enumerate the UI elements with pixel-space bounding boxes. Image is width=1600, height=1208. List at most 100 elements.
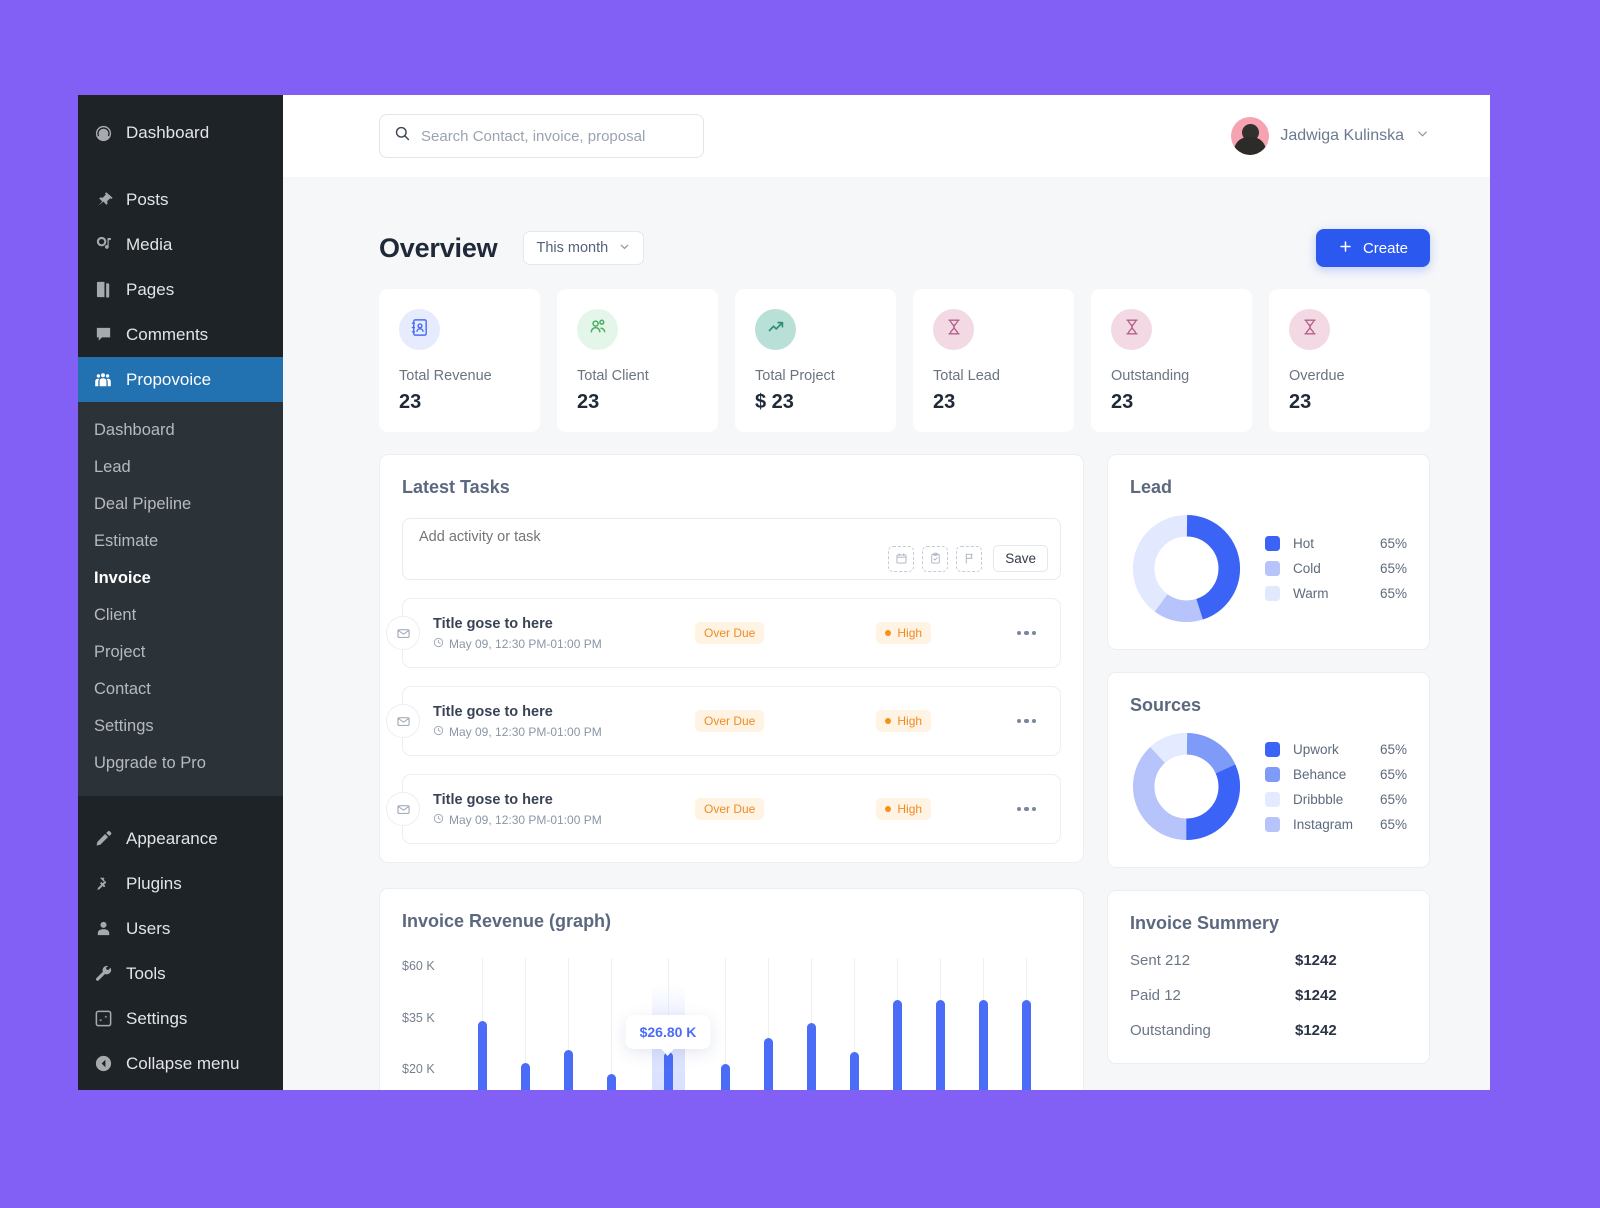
stat-card-total-revenue[interactable]: Total Revenue 23 <box>379 289 540 432</box>
submenu-item-dashboard[interactable]: Dashboard <box>78 412 283 449</box>
bar[interactable] <box>850 1052 859 1090</box>
invoice-summary-amount: $1242 <box>1295 1022 1337 1039</box>
create-button[interactable]: Create <box>1315 229 1430 267</box>
lead-panel: Lead Hot 65% Cold 65% Warm 65% <box>1107 454 1430 650</box>
bar[interactable] <box>521 1063 530 1090</box>
priority-label: High <box>897 714 923 728</box>
submenu-item-deal-pipeline[interactable]: Deal Pipeline <box>78 486 283 523</box>
stat-card-total-lead[interactable]: Total Lead 23 <box>913 289 1074 432</box>
submenu-item-contact[interactable]: Contact <box>78 671 283 708</box>
legend-label: Instagram <box>1293 816 1354 832</box>
bar[interactable] <box>664 1052 673 1090</box>
task-row[interactable]: Title gose to here May 09, 12:30 PM-01:0… <box>386 774 1061 844</box>
stat-value: 23 <box>1289 391 1312 413</box>
save-button[interactable]: Save <box>993 545 1048 572</box>
bar[interactable] <box>936 1000 945 1090</box>
sidebar-item-collapse-menu[interactable]: Collapse menu <box>78 1041 283 1086</box>
bar[interactable] <box>807 1023 816 1090</box>
bar[interactable] <box>607 1074 616 1090</box>
submenu-item-project[interactable]: Project <box>78 634 283 671</box>
sidebar-item-propovoice[interactable]: Propovoice <box>78 357 283 402</box>
sidebar-item-pages[interactable]: Pages <box>78 267 283 312</box>
submenu-label: Estimate <box>94 532 159 550</box>
clipboard-check-icon[interactable] <box>922 545 949 572</box>
submenu-item-client[interactable]: Client <box>78 597 283 634</box>
add-task-actions: Save <box>419 545 1048 572</box>
submenu-item-settings[interactable]: Settings <box>78 708 283 745</box>
sidebar-divider-2 <box>78 796 283 816</box>
sources-panel-title: Sources <box>1130 695 1202 715</box>
bar[interactable] <box>1022 1000 1031 1090</box>
bar[interactable] <box>893 1000 902 1090</box>
priority-badge: High <box>876 622 932 644</box>
legend-swatch <box>1265 536 1280 551</box>
task-time: May 09, 12:30 PM-01:00 PM <box>433 637 673 651</box>
latest-tasks-title: Latest Tasks <box>402 477 510 497</box>
stat-value: 23 <box>577 391 600 413</box>
bar[interactable] <box>979 1000 988 1090</box>
stat-label: Total Revenue <box>399 368 492 384</box>
clock-icon <box>433 725 444 739</box>
sidebar-item-tools[interactable]: Tools <box>78 951 283 996</box>
panel-spacer <box>1107 650 1430 672</box>
stat-card-total-project[interactable]: Total Project $ 23 <box>735 289 896 432</box>
sources-donut-chart <box>1132 732 1241 841</box>
task-row[interactable]: Title gose to here May 09, 12:30 PM-01:0… <box>386 598 1061 668</box>
contact-book-icon <box>409 317 430 343</box>
user-profile-menu[interactable]: Jadwiga Kulinska <box>1231 117 1430 155</box>
legend-value: 65% <box>1379 766 1407 782</box>
search-input[interactable] <box>421 127 689 145</box>
status-badge: Over Due <box>695 798 765 820</box>
add-task-box[interactable]: Save <box>402 518 1061 580</box>
dashboard-content: Overview This month Create Total Revenue… <box>283 177 1490 1090</box>
search-box[interactable] <box>379 114 704 158</box>
stat-card-outstanding[interactable]: Outstanding 23 <box>1091 289 1252 432</box>
chart-tooltip: $26.80 K <box>625 1015 711 1049</box>
submenu-item-estimate[interactable]: Estimate <box>78 523 283 560</box>
user-name: Jadwiga Kulinska <box>1280 127 1404 144</box>
submenu-item-invoice[interactable]: Invoice <box>78 560 283 597</box>
sidebar-item-plugins[interactable]: Plugins <box>78 861 283 906</box>
sidebar-item-comments[interactable]: Comments <box>78 312 283 357</box>
stat-card-overdue[interactable]: Overdue 23 <box>1269 289 1430 432</box>
sidebar-item-posts[interactable]: Posts <box>78 177 283 222</box>
flag-icon[interactable] <box>956 545 983 572</box>
legend-item: Hot 65% <box>1265 536 1407 551</box>
dashboard-icon <box>92 122 114 144</box>
sidebar-item-settings[interactable]: Settings <box>78 996 283 1041</box>
more-options-icon[interactable] <box>1011 625 1043 642</box>
submenu-item-lead[interactable]: Lead <box>78 449 283 486</box>
more-options-icon[interactable] <box>1011 713 1043 730</box>
bar[interactable] <box>721 1064 730 1090</box>
mail-icon <box>386 792 420 826</box>
y-tick-label: $35 K <box>402 1011 435 1025</box>
invoice-summary-label: Paid 12 <box>1130 987 1181 1004</box>
pin-icon <box>92 189 114 211</box>
chevron-down-icon <box>618 240 631 257</box>
more-options-icon[interactable] <box>1011 801 1043 818</box>
task-row[interactable]: Title gose to here May 09, 12:30 PM-01:0… <box>386 686 1061 756</box>
calendar-icon[interactable] <box>888 545 915 572</box>
create-button-label: Create <box>1362 239 1408 257</box>
sidebar-item-appearance[interactable]: Appearance <box>78 816 283 861</box>
sidebar-item-dashboard[interactable]: Dashboard <box>78 111 283 155</box>
add-task-input[interactable] <box>419 529 1048 545</box>
legend-item: Behance 65% <box>1265 766 1407 782</box>
legend-label: Warm <box>1293 586 1329 601</box>
legend-swatch <box>1265 586 1280 601</box>
stat-label: Overdue <box>1289 368 1345 384</box>
stat-card-total-client[interactable]: Total Client 23 <box>557 289 718 432</box>
priority-dot <box>885 630 892 636</box>
submenu-item-upgrade-to-pro[interactable]: Upgrade to Pro <box>78 745 283 782</box>
bar[interactable] <box>764 1038 773 1090</box>
period-select[interactable]: This month <box>523 231 645 265</box>
invoice-summary-label: Outstanding <box>1130 1022 1211 1039</box>
collapse-arrow-icon <box>92 1053 114 1075</box>
sidebar-item-media[interactable]: Media <box>78 222 283 267</box>
bar[interactable] <box>478 1021 487 1090</box>
sidebar-item-users[interactable]: Users <box>78 906 283 951</box>
chevron-down-icon[interactable] <box>1415 126 1430 146</box>
legend-value: 65% <box>1379 536 1407 551</box>
bar[interactable] <box>564 1050 573 1090</box>
wp-admin-sidebar: Dashboard Posts Media Pages Comments Pro… <box>78 95 283 1090</box>
